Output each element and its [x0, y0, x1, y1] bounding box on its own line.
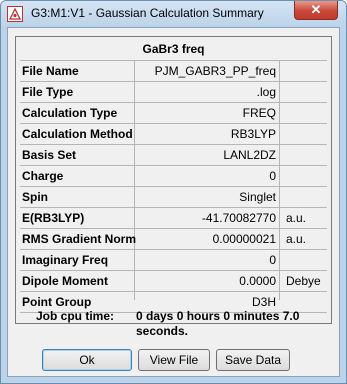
row-unit: a.u.: [286, 232, 307, 246]
table-row: Dipole Moment 0.0000 Debye: [20, 271, 327, 292]
summary-panel: GaBr3 freq File Name PJM_GABR3_PP_freq Fil…: [15, 36, 332, 338]
table-row: Basis Set LANL2DZ: [20, 145, 327, 166]
row-label: E(RB3LYP): [22, 211, 85, 225]
row-value: PJM_GABR3_PP_freq: [154, 64, 276, 78]
title-bar[interactable]: G3:M1:V1 - Gaussian Calculation Summary …: [1, 1, 346, 27]
table-row: Calculation Type FREQ: [20, 103, 327, 124]
row-label: Calculation Method: [22, 127, 133, 141]
table-row: Charge 0: [20, 166, 327, 187]
row-label: Calculation Type: [22, 106, 118, 120]
table-row: File Type .log: [20, 82, 327, 103]
cpu-time-label: Job cpu time:: [36, 309, 115, 323]
client-area: GaBr3 freq File Name PJM_GABR3_PP_freq Fil…: [7, 27, 340, 377]
row-label: Dipole Moment: [22, 274, 108, 288]
row-label: Basis Set: [22, 148, 77, 162]
row-value: 0: [269, 253, 276, 267]
row-value: LANL2DZ: [223, 148, 276, 162]
row-unit: Debye: [286, 274, 321, 288]
cpu-time-value: 0 days 0 hours 0 minutes 7.0 seconds.: [136, 309, 300, 338]
table-row: Spin Singlet: [20, 187, 327, 208]
row-label: Charge: [22, 169, 64, 183]
row-value: -41.70082770: [201, 211, 276, 225]
row-label: RMS Gradient Norm: [22, 232, 137, 246]
row-value: 0.00000021: [212, 232, 276, 246]
save-data-button[interactable]: Save Data: [216, 349, 290, 371]
table-row: Calculation Method RB3LYP: [20, 124, 327, 145]
row-value: 0.0000: [239, 274, 276, 288]
row-label: File Name: [22, 64, 79, 78]
row-value: 0: [269, 169, 276, 183]
row-label: Imaginary Freq: [22, 253, 109, 267]
table-row: Imaginary Freq 0: [20, 250, 327, 271]
table-row: E(RB3LYP) -41.70082770 a.u.: [20, 208, 327, 229]
summary-table: File Name PJM_GABR3_PP_freq File Type .log C…: [20, 60, 327, 313]
ok-button[interactable]: Ok: [42, 349, 132, 371]
row-unit: a.u.: [286, 211, 307, 225]
row-value: FREQ: [242, 106, 276, 120]
gaussview-app-icon: [7, 6, 23, 22]
row-label: File Type: [22, 85, 74, 99]
table-row: RMS Gradient Norm 0.00000021 a.u.: [20, 229, 327, 250]
panel-title: GaBr3 freq: [142, 42, 205, 56]
table-row: File Name PJM_GABR3_PP_freq: [20, 61, 327, 82]
row-value: .log: [256, 85, 276, 99]
window-title: G3:M1:V1 - Gaussian Calculation Summary: [31, 6, 264, 20]
row-value: Singlet: [239, 190, 276, 204]
row-label: Spin: [22, 190, 48, 204]
close-icon: ✕: [310, 2, 322, 17]
row-value: RB3LYP: [230, 127, 276, 141]
close-button[interactable]: ✕: [294, 1, 338, 20]
view-file-button[interactable]: View File: [138, 349, 210, 371]
summary-window: G3:M1:V1 - Gaussian Calculation Summary …: [0, 0, 347, 384]
